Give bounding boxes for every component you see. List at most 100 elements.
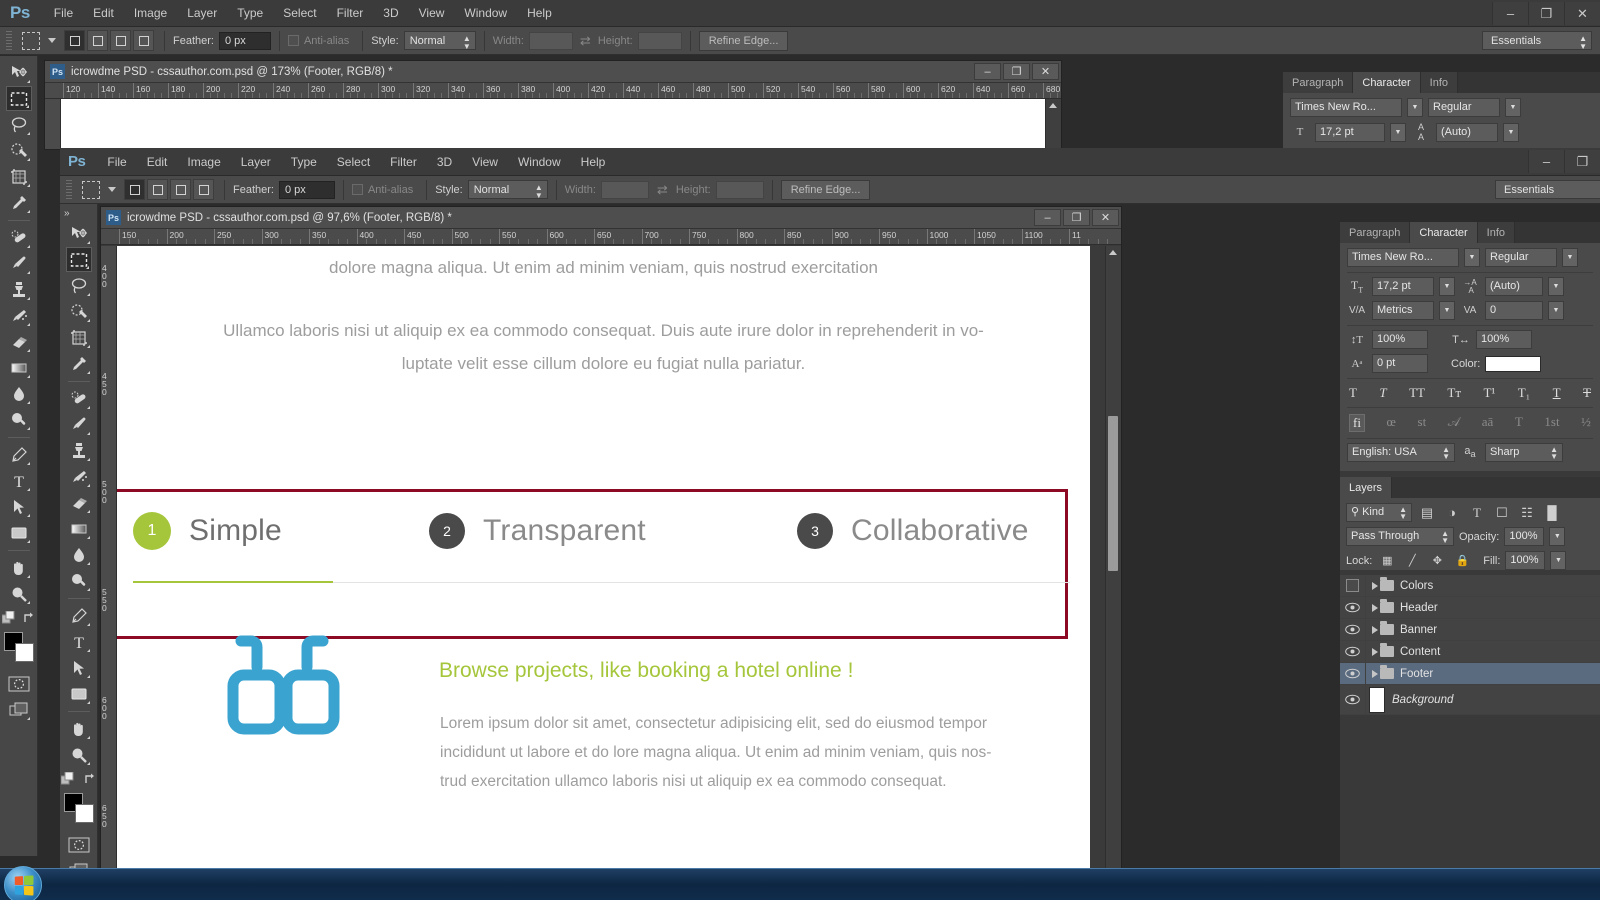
tool-preset-chevron-icon[interactable] — [48, 38, 56, 43]
background-color-swatch[interactable] — [74, 804, 94, 823]
outer-leading-select[interactable]: (Auto) — [1436, 122, 1498, 142]
inner-vertical-scrollbar[interactable] — [1105, 246, 1121, 900]
rectangular-marquee-icon[interactable] — [22, 31, 40, 50]
expand-group-icon[interactable] — [1372, 669, 1378, 678]
gradient-tool[interactable] — [66, 516, 92, 541]
width-input[interactable] — [528, 31, 573, 50]
inner-minimize-button[interactable]: – — [1528, 150, 1564, 173]
healing-brush-tool[interactable] — [6, 225, 32, 250]
image-filter-icon[interactable]: ▤ — [1417, 505, 1437, 521]
path-selection-tool[interactable] — [66, 655, 92, 680]
menu-view[interactable]: View — [409, 2, 455, 24]
brush-tool[interactable] — [6, 251, 32, 276]
font-family-select[interactable]: Times New Ro... — [1347, 248, 1459, 267]
expand-group-icon[interactable] — [1372, 603, 1378, 612]
close-button[interactable]: ✕ — [1564, 2, 1600, 25]
quick-mask-icon[interactable] — [6, 671, 32, 696]
language-select[interactable]: English: USA ▲ ▼ — [1347, 443, 1455, 462]
swap-colors-icon[interactable] — [83, 772, 97, 786]
rectangle-tool[interactable] — [66, 681, 92, 706]
clone-stamp-tool[interactable] — [6, 277, 32, 302]
default-colors-icon[interactable] — [60, 772, 75, 786]
rectangular-marquee-tool[interactable] — [65, 247, 92, 272]
tab-paragraph[interactable]: Paragraph — [1283, 72, 1354, 93]
menu-window[interactable]: Window — [454, 2, 517, 24]
inner-menu-image[interactable]: Image — [177, 151, 230, 173]
healing-brush-tool[interactable] — [66, 386, 92, 411]
pen-tool[interactable] — [66, 603, 92, 628]
history-brush-tool[interactable] — [66, 464, 92, 489]
inner-canvas[interactable]: dolore magna aliqua. Ut enim ad minim ve… — [117, 246, 1090, 900]
start-orb-icon[interactable] — [4, 866, 42, 900]
outer-font-size-input[interactable]: 17,2 pt — [1315, 122, 1385, 142]
intersect-selection-button[interactable] — [133, 30, 154, 51]
chevron-down-icon[interactable]: ▼ — [1503, 122, 1519, 142]
inner-refine-edge-button[interactable]: Refine Edge... — [780, 179, 871, 200]
background-color-swatch[interactable] — [14, 643, 34, 662]
history-brush-tool[interactable] — [6, 303, 32, 328]
refine-edge-button[interactable]: Refine Edge... — [698, 30, 789, 51]
quick-mask-icon[interactable] — [66, 832, 92, 857]
layer-visibility-toggle[interactable] — [1340, 662, 1366, 685]
inner-feather-input[interactable]: 0 px — [278, 180, 335, 199]
anti-alias-checkbox[interactable] — [287, 35, 299, 46]
add-to-selection-button[interactable] — [147, 179, 168, 200]
antialias-method-select[interactable]: Sharp ▲ ▼ — [1485, 443, 1563, 462]
zoom-tool[interactable] — [6, 581, 32, 606]
doc-restore-button[interactable]: ❐ — [1003, 63, 1030, 80]
menu-file[interactable]: File — [44, 2, 83, 24]
inner-doc-restore-button[interactable]: ❐ — [1063, 209, 1090, 226]
lock-image-icon[interactable]: ╱ — [1402, 554, 1422, 567]
subscript-button[interactable]: T₁ — [1518, 385, 1530, 401]
layer-filter-kind-select[interactable]: ⚲ Kind ▲ ▼ — [1346, 503, 1412, 522]
swap-dimensions-icon[interactable]: ⇄ — [657, 182, 668, 198]
blur-tool[interactable] — [66, 542, 92, 567]
table-row[interactable]: Content — [1340, 640, 1600, 663]
ordinals-button[interactable]: 1st — [1544, 414, 1559, 432]
eraser-tool[interactable] — [6, 329, 32, 354]
tab-character[interactable]: Character — [1353, 72, 1421, 93]
blur-tool[interactable] — [6, 381, 32, 406]
inner-menu-window[interactable]: Window — [508, 151, 571, 173]
minimize-button[interactable]: – — [1492, 2, 1528, 25]
fill-input[interactable]: 100% — [1505, 551, 1546, 570]
chevron-down-icon[interactable]: ▼ — [1439, 301, 1455, 320]
inner-width-input[interactable] — [600, 180, 649, 199]
underline-button[interactable]: T — [1553, 385, 1561, 401]
tab-item-transparent[interactable]: 2 Transparent — [429, 513, 797, 549]
standard-ligatures-button[interactable]: fi — [1349, 414, 1365, 432]
all-caps-button[interactable]: TT — [1409, 385, 1425, 401]
layer-visibility-toggle[interactable] — [1340, 618, 1366, 641]
clone-stamp-tool[interactable] — [66, 438, 92, 463]
lock-position-icon[interactable]: ✥ — [1427, 554, 1447, 567]
inner-menu-select[interactable]: Select — [327, 151, 380, 173]
menu-layer[interactable]: Layer — [177, 2, 227, 24]
blend-mode-select[interactable]: Pass Through ▲ ▼ — [1346, 527, 1454, 546]
doc-close-button[interactable]: ✕ — [1032, 63, 1059, 80]
layer-visibility-toggle[interactable] — [1340, 596, 1366, 619]
chevron-down-icon[interactable]: ▼ — [1548, 301, 1564, 320]
tool-preset-chevron-icon[interactable] — [108, 187, 116, 192]
chevron-down-icon[interactable]: ▼ — [1439, 277, 1455, 296]
chevron-down-icon[interactable]: ▼ — [1550, 551, 1567, 570]
chevron-down-icon[interactable]: ▼ — [1505, 98, 1521, 117]
small-caps-button[interactable]: Tᴛ — [1447, 385, 1461, 401]
table-row[interactable]: Background — [1340, 684, 1600, 715]
type-filter-icon[interactable]: T — [1467, 505, 1487, 521]
pen-tool[interactable] — [6, 442, 32, 467]
inner-doc-minimize-button[interactable]: – — [1034, 209, 1061, 226]
hand-tool[interactable] — [66, 716, 92, 741]
inner-menu-layer[interactable]: Layer — [231, 151, 281, 173]
superscript-button[interactable]: T¹ — [1483, 385, 1495, 401]
inner-menu-help[interactable]: Help — [571, 151, 616, 173]
inner-workspace-select[interactable]: Essentials — [1495, 180, 1600, 199]
tab-paragraph[interactable]: Paragraph — [1340, 222, 1411, 243]
color-swatches[interactable] — [63, 793, 94, 823]
menu-image[interactable]: Image — [124, 2, 177, 24]
swash-button[interactable]: 𝒜 — [1448, 414, 1460, 432]
dodge-tool[interactable] — [6, 407, 32, 432]
lasso-tool[interactable] — [6, 112, 32, 137]
inner-anti-alias-checkbox[interactable] — [351, 184, 363, 195]
smartobject-filter-icon[interactable]: ☷ — [1517, 505, 1537, 521]
tab-info[interactable]: Info — [1420, 72, 1459, 93]
